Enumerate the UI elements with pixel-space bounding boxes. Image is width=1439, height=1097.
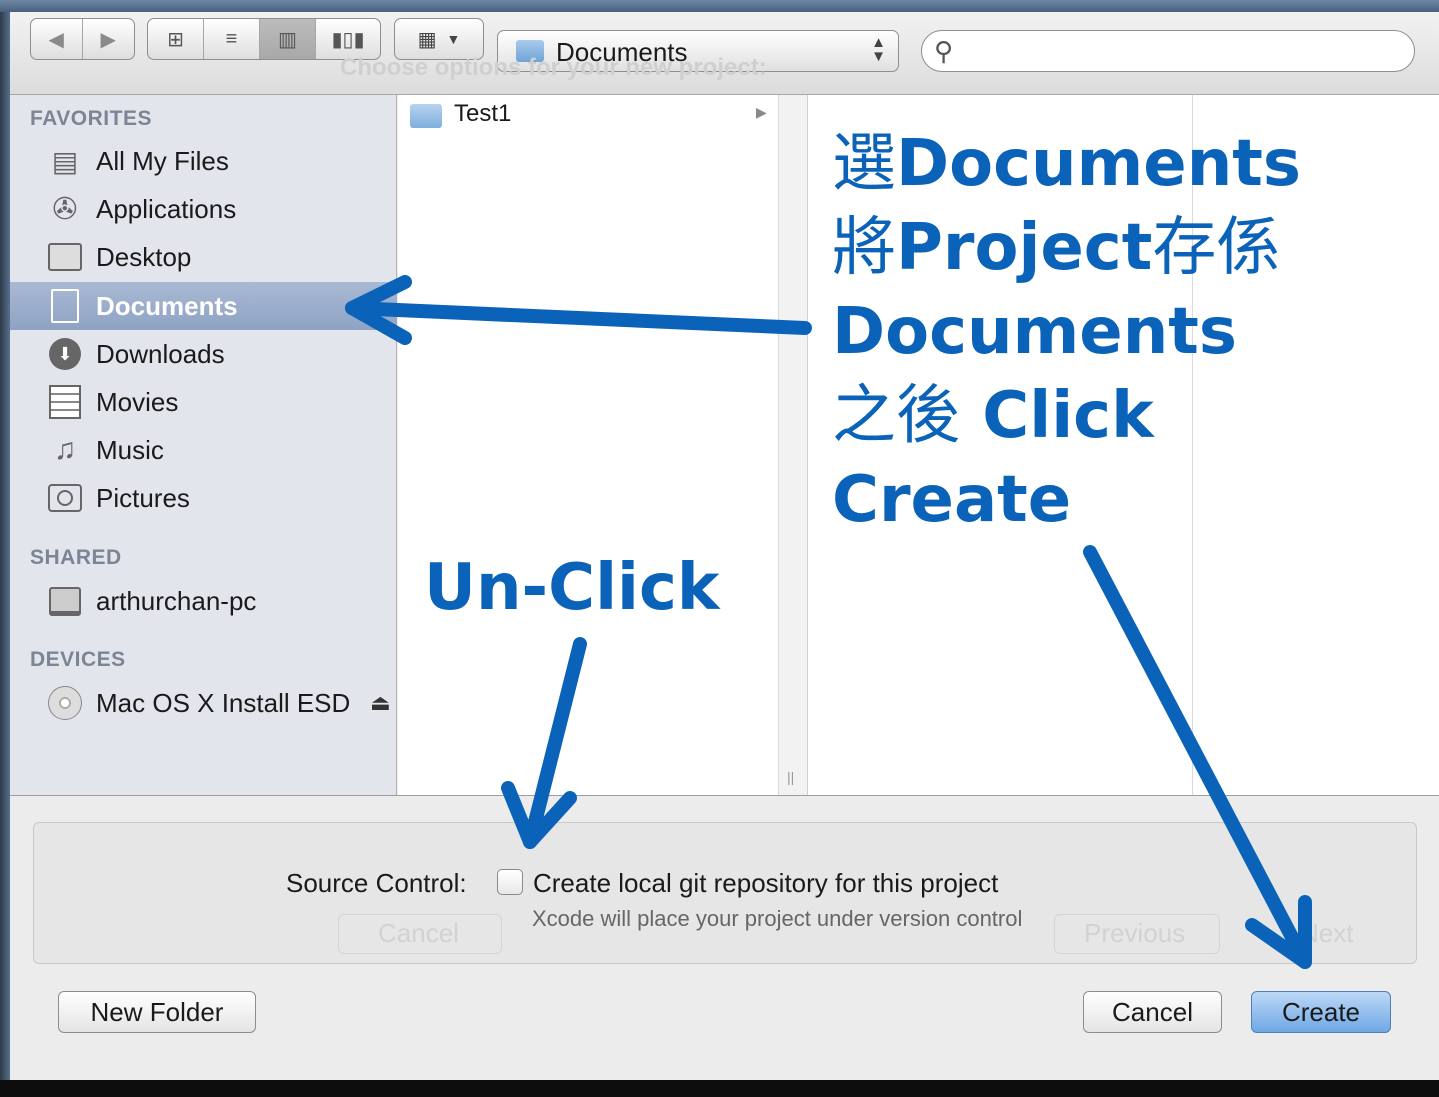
arrow-to-create [1083, 545, 1312, 969]
annotation-arrows [345, 275, 1312, 969]
arrow-to-documents [345, 301, 812, 335]
